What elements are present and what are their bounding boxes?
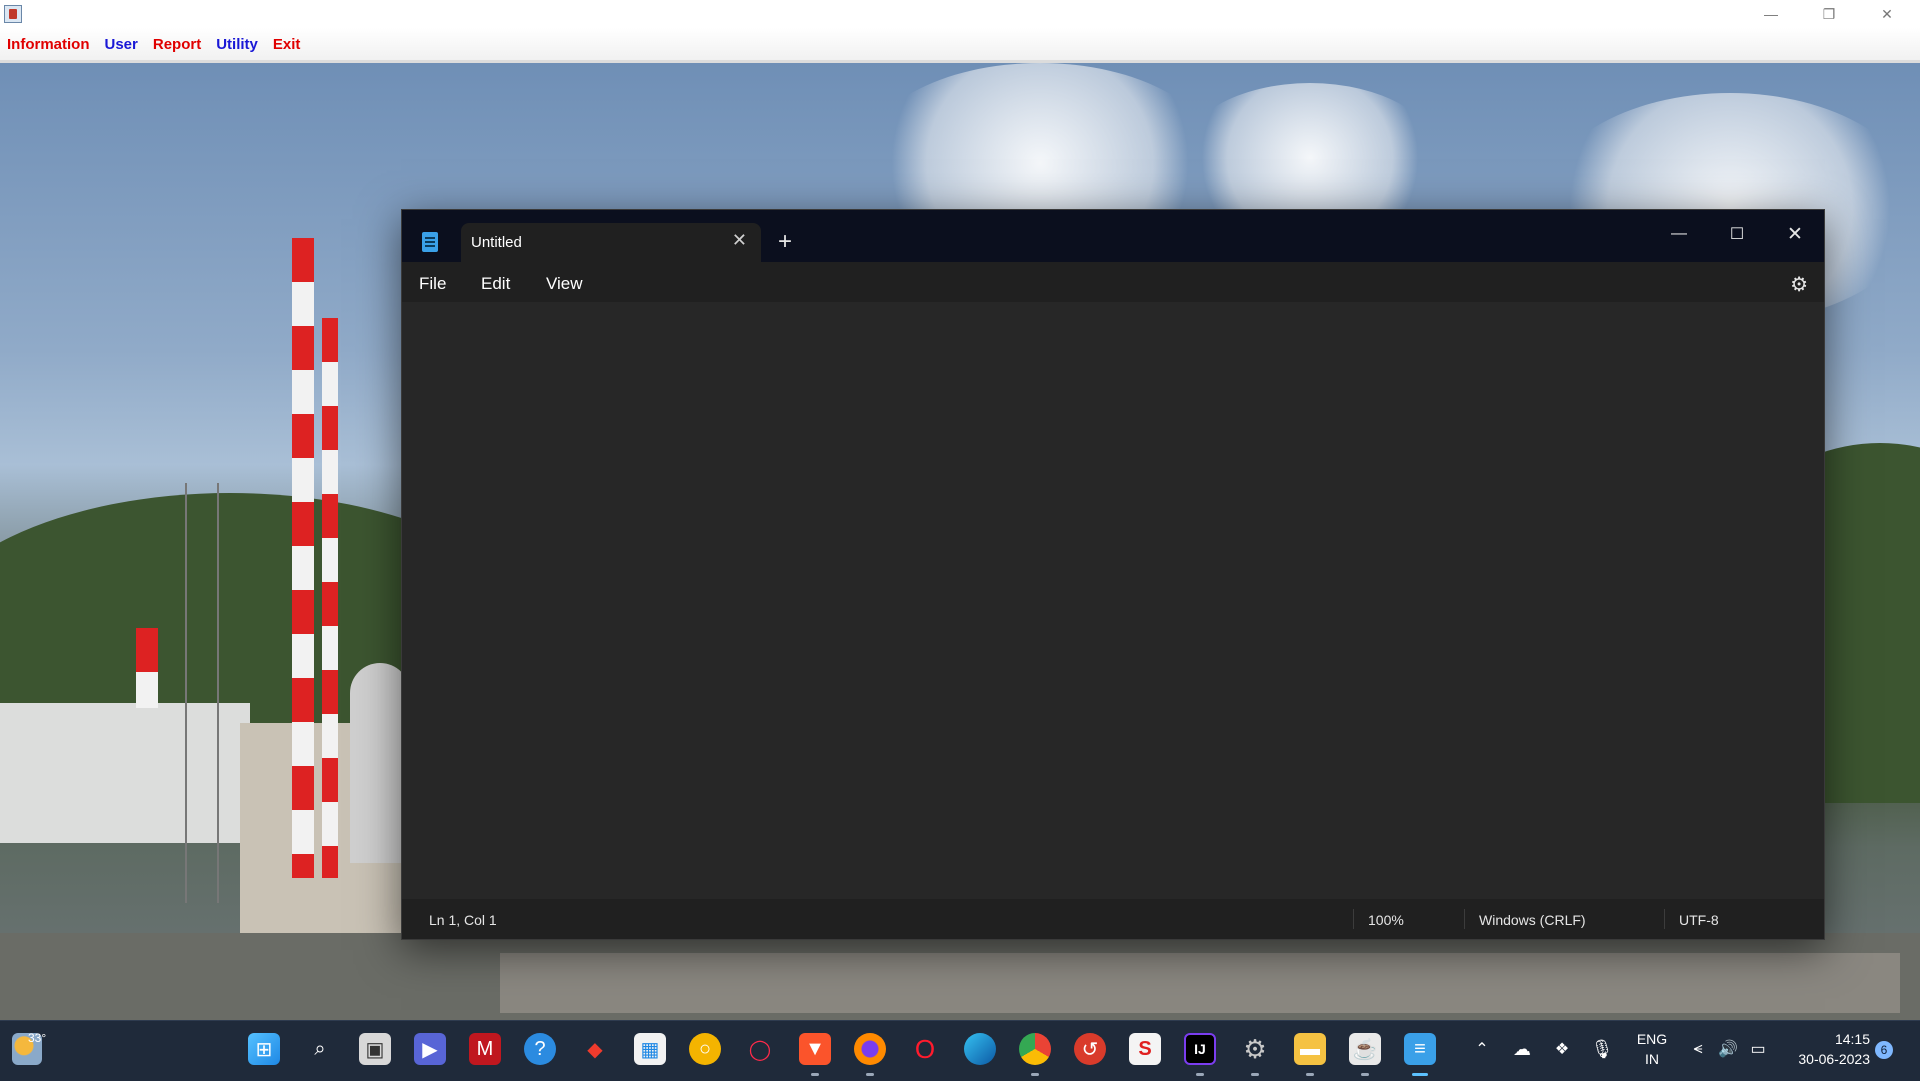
java-icon[interactable]: ☕ (1349, 1033, 1381, 1065)
settings-gear-icon[interactable]: ⚙ (1790, 272, 1808, 297)
new-tab-button[interactable]: + (778, 228, 792, 256)
encoding[interactable]: UTF-8 (1679, 912, 1719, 928)
notepad-app-icon (422, 232, 438, 252)
microsoft-store-icon[interactable]: ▦ (634, 1033, 666, 1065)
language-region[interactable]: IN (1632, 1051, 1672, 1067)
menu-edit[interactable]: Edit (481, 274, 510, 294)
help-icon[interactable]: ? (524, 1033, 556, 1065)
language-indicator[interactable]: ENG (1632, 1031, 1672, 1047)
edge-icon[interactable] (964, 1033, 996, 1065)
app-menu-bar: Information User Report Utility Exit (0, 28, 1920, 63)
mcafee-icon[interactable]: M (469, 1033, 501, 1065)
notepad-close-button[interactable]: ✕ (1766, 216, 1824, 252)
menu-report[interactable]: Report (153, 36, 201, 53)
firefox-icon[interactable] (854, 1033, 886, 1065)
menu-exit[interactable]: Exit (273, 36, 301, 53)
dropbox-icon[interactable]: ❖ (1546, 1033, 1578, 1065)
red-s-app-icon[interactable]: S (1129, 1033, 1161, 1065)
volume-icon[interactable]: 🔊 (1712, 1033, 1744, 1065)
chat-icon[interactable]: ▶ (414, 1033, 446, 1065)
show-hidden-icons[interactable]: ⌃ (1466, 1033, 1498, 1065)
task-view-icon[interactable]: ▣ (359, 1033, 391, 1065)
notepad-maximize-button[interactable]: ☐ (1708, 216, 1766, 252)
line-ending[interactable]: Windows (CRLF) (1479, 912, 1586, 928)
onedrive-icon[interactable]: ☁ (1506, 1033, 1538, 1065)
yellow-app-icon[interactable]: ○ (689, 1033, 721, 1065)
settings-icon[interactable]: ⚙ (1239, 1033, 1271, 1065)
close-tab-icon[interactable]: ✕ (732, 230, 747, 251)
wifi-icon[interactable]: ⪪ (1682, 1033, 1714, 1065)
menu-file[interactable]: File (419, 274, 446, 294)
notification-badge[interactable]: 6 (1875, 1041, 1893, 1059)
menu-user[interactable]: User (105, 36, 138, 53)
tab-untitled[interactable]: Untitled ✕ (461, 223, 761, 262)
menu-utility[interactable]: Utility (216, 36, 258, 53)
minimize-button[interactable]: — (1742, 0, 1800, 28)
tab-title: Untitled (471, 234, 522, 251)
search-icon[interactable]: ⌕ (304, 1033, 336, 1065)
intellij-icon[interactable]: IJ (1184, 1033, 1216, 1065)
cursor-position: Ln 1, Col 1 (429, 912, 497, 928)
zoom-level[interactable]: 100% (1368, 912, 1404, 928)
opera-icon[interactable]: O (909, 1033, 941, 1065)
restore-button[interactable]: ❐ (1800, 0, 1858, 28)
notepad-minimize-button[interactable]: — (1650, 216, 1708, 252)
brave-icon[interactable]: ▼ (799, 1033, 831, 1065)
clock-date[interactable]: 30-06-2023 (1786, 1051, 1870, 1067)
weather-temperature: 33° (28, 1031, 47, 1045)
file-explorer-icon[interactable]: ▬ (1294, 1033, 1326, 1065)
notepad-menu-bar: File Edit View ⚙ (402, 262, 1824, 302)
text-editor-area[interactable] (402, 302, 1824, 900)
close-button[interactable]: ✕ (1858, 0, 1916, 28)
chrome-icon[interactable] (1019, 1033, 1051, 1065)
taskbar: 33° ⊞ ⌕ ▣ ▶ M ? ◆ ▦ ○ ◯ ▼ O ↺ S IJ ⚙ ▬ ☕… (0, 1020, 1920, 1081)
microphone-icon[interactable]: 🎙 (1586, 1033, 1618, 1065)
notepad-title-bar: Untitled ✕ + — ☐ ✕ (402, 210, 1824, 262)
red-app-icon[interactable]: ↺ (1074, 1033, 1106, 1065)
menu-information[interactable]: Information (7, 36, 90, 53)
app-title-bar: — ❐ ✕ (0, 0, 1920, 28)
clock-time[interactable]: 14:15 (1786, 1031, 1870, 1047)
java-app-icon (4, 5, 22, 23)
opera-gx-icon[interactable]: ◯ (744, 1033, 776, 1065)
notepad-window: Untitled ✕ + — ☐ ✕ File Edit View ⚙ Ln 1… (401, 209, 1825, 940)
start-icon[interactable]: ⊞ (248, 1033, 280, 1065)
notepad-icon[interactable]: ≡ (1404, 1033, 1436, 1065)
battery-icon[interactable]: ▭ (1742, 1033, 1774, 1065)
anydesk-icon[interactable]: ◆ (579, 1033, 611, 1065)
menu-view[interactable]: View (546, 274, 583, 294)
status-bar: Ln 1, Col 1 100% Windows (CRLF) UTF-8 (402, 899, 1824, 939)
